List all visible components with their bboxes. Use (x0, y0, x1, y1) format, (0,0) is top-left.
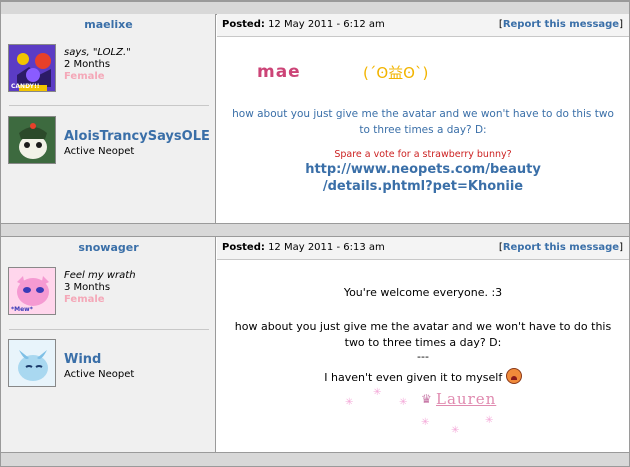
user-avatar: CANDY!! (8, 44, 56, 92)
body-line: You're welcome everyone. :3 (343, 286, 503, 299)
body-line: how about you just give me the avatar an… (232, 108, 614, 120)
pet-image[interactable] (8, 116, 56, 164)
forum-page: maelixe CANDY!! says, "LOLZ." 2 Months F… (0, 0, 630, 467)
body-line: I haven't even given it to myself (324, 371, 503, 384)
pet-image[interactable] (8, 339, 56, 387)
report-link-wrapper: [Report this message] (498, 242, 623, 253)
signature-text: mae (257, 62, 301, 82)
vote-request: Spare a vote for a strawberry bunny? (334, 149, 512, 160)
pet-name-link[interactable]: AloisTrancySaysOLE (64, 129, 210, 144)
link-line[interactable]: http://www.neopets.com/beauty (217, 161, 629, 178)
thread-separator (1, 1, 629, 15)
author-username[interactable]: snowager (1, 241, 216, 254)
post-header: Posted: 12 May 2011 - 6:12 am [Report th… (217, 14, 629, 37)
author-username[interactable]: maelixe (1, 18, 216, 31)
crying-face-icon (505, 368, 522, 384)
divider (9, 105, 209, 106)
post-header: Posted: 12 May 2011 - 6:13 am [Report th… (217, 237, 629, 260)
forum-post: maelixe CANDY!! says, "LOLZ." 2 Months F… (1, 14, 629, 223)
report-message-link[interactable]: Report this message (503, 19, 619, 30)
report-message-link[interactable]: Report this message (503, 242, 619, 253)
pet-info: AloisTrancySaysOLE Active Neopet (64, 129, 210, 157)
body-line: --- (417, 350, 429, 363)
post-date: Posted: 12 May 2011 - 6:13 am (222, 242, 385, 253)
post-body: how about you just give me the avatar an… (217, 319, 629, 363)
post-content: Posted: 12 May 2011 - 6:13 am [Report th… (217, 237, 629, 452)
sparkle-icon: ✳ (421, 417, 430, 428)
pet-info: Wind Active Neopet (64, 352, 134, 380)
report-link-wrapper: [Report this message] (498, 19, 623, 30)
author-panel: maelixe CANDY!! says, "LOLZ." 2 Months F… (1, 14, 216, 223)
post-body: how about you just give me the avatar an… (217, 106, 629, 138)
post-separator (1, 223, 629, 237)
user-title: Feel my wrath (64, 270, 136, 281)
post-content: Posted: 12 May 2011 - 6:12 am [Report th… (217, 14, 629, 223)
link-line[interactable]: /details.phtml?pet=Khoniie (217, 178, 629, 195)
sparkle-icon: ✳ (485, 415, 494, 426)
body-line-with-emoji: I haven't even given it to myself (217, 368, 629, 384)
account-age: 2 Months (64, 59, 111, 70)
body-line: two to three times a day? D: (344, 336, 502, 349)
post-date: Posted: 12 May 2011 - 6:12 am (222, 19, 385, 30)
user-title: says, "LOLZ." (64, 47, 131, 58)
vote-link[interactable]: http://www.neopets.com/beauty /details.p… (217, 161, 629, 195)
sparkle-icon: ✳ (373, 387, 382, 398)
gender-label: Female (64, 71, 105, 82)
post-separator (1, 452, 629, 467)
author-meta: Feel my wrath 3 Months Female (64, 270, 136, 306)
author-meta: says, "LOLZ." 2 Months Female (64, 47, 131, 83)
signature-graphic: ✳ ✳ ✳ ✳ ✳ ✳ ♛ Lauren (335, 387, 515, 437)
account-age: 3 Months (64, 282, 111, 293)
gender-label: Female (64, 294, 105, 305)
signature-kaomoji: (´ʘ益ʘ`) (363, 64, 429, 82)
avatar-caption: *Mew* (11, 306, 33, 313)
body-line: how about you just give me the avatar an… (234, 320, 612, 333)
signature-name: Lauren (436, 390, 497, 408)
pet-status: Active Neopet (64, 146, 135, 157)
crown-icon: ♛ (421, 392, 432, 406)
body-line: to three times a day? D: (359, 124, 487, 136)
author-panel: snowager *Mew* Feel my wrath 3 Months Fe… (1, 237, 216, 452)
sparkle-icon: ✳ (451, 425, 460, 436)
divider (9, 329, 209, 330)
user-avatar: *Mew* (8, 267, 56, 315)
sparkle-icon: ✳ (345, 397, 354, 408)
pet-name-link[interactable]: Wind (64, 352, 134, 367)
forum-post: snowager *Mew* Feel my wrath 3 Months Fe… (1, 237, 629, 452)
avatar-caption: CANDY!! (11, 83, 40, 90)
sparkle-icon: ✳ (399, 397, 408, 408)
pet-status: Active Neopet (64, 369, 135, 380)
